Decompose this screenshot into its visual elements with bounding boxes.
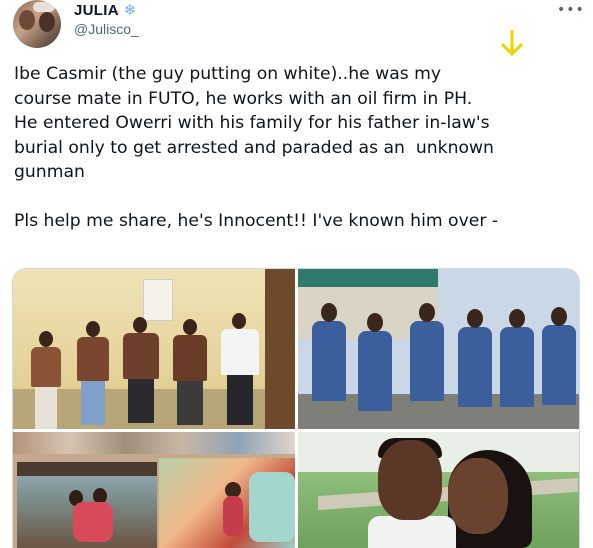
- photo-roof: [298, 269, 438, 287]
- photo-poster: [143, 279, 173, 321]
- photo-person: [500, 309, 534, 407]
- photo-person: [312, 303, 346, 401]
- tweet: JULIA ❄ @Julisco_ ••• Ibe Casmir (the gu…: [0, 0, 593, 548]
- arrow-down-icon: [500, 30, 524, 57]
- media-photo-family[interactable]: [13, 432, 295, 548]
- avatar-hat: [33, 2, 55, 12]
- photo-person: [223, 496, 243, 536]
- photo-person: [410, 303, 444, 401]
- photo-door: [265, 269, 295, 429]
- photo-face: [378, 440, 442, 520]
- author-display-name[interactable]: JULIA: [74, 2, 119, 19]
- media-photo-lineup[interactable]: [13, 269, 295, 429]
- avatar[interactable]: [13, 0, 61, 48]
- media-photo-selfie[interactable]: [298, 432, 579, 548]
- photo-person: [542, 307, 576, 405]
- photo-people: [73, 502, 113, 542]
- avatar-face: [19, 10, 35, 30]
- photo-strip: [13, 432, 295, 454]
- more-options-icon[interactable]: •••: [557, 2, 585, 18]
- photo-slide: [249, 472, 295, 542]
- photo-shirt: [368, 516, 456, 548]
- avatar-face: [39, 12, 55, 32]
- author-handle[interactable]: @Julisco_: [74, 21, 139, 37]
- photo-person: [358, 313, 392, 411]
- photo-tent-roof: [17, 462, 157, 476]
- photo-person: [458, 309, 492, 407]
- media-photo-group[interactable]: [298, 269, 579, 429]
- media-grid: [12, 268, 580, 548]
- snowflake-icon: ❄: [123, 0, 137, 19]
- photo-face: [448, 458, 508, 534]
- author-name-row: JULIA ❄: [74, 0, 136, 20]
- tweet-text: Ibe Casmir (the guy putting on white)..h…: [14, 64, 499, 231]
